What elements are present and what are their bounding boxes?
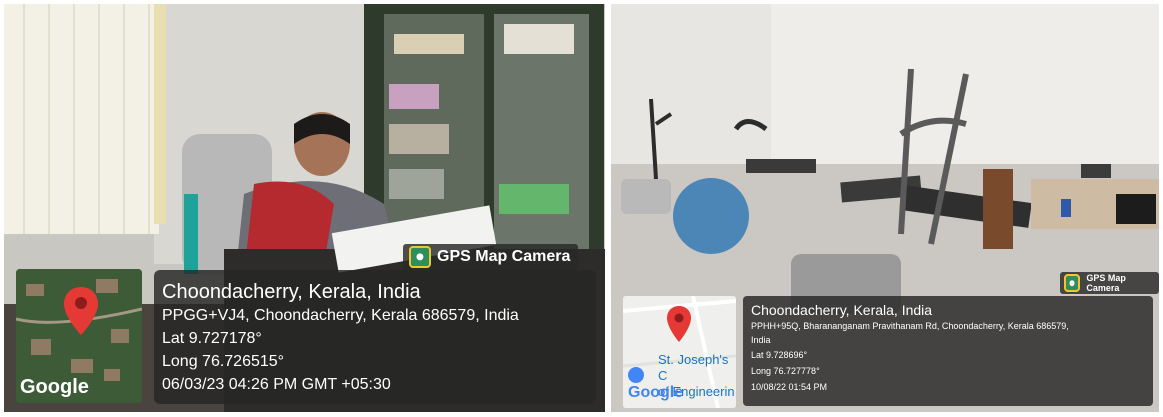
longitude-line: Long 76.727778° bbox=[751, 366, 820, 376]
datetime-line: 10/08/22 01:54 PM bbox=[751, 382, 828, 392]
badge-label: GPS Map Camera bbox=[437, 248, 571, 265]
location-title: Choondacherry, Kerala, India bbox=[751, 302, 933, 318]
location-pin-icon bbox=[667, 306, 691, 342]
address-line1: PPHH+95Q, Bharananganam Pravithanam Rd, … bbox=[751, 321, 1069, 331]
satellite-map-thumbnail: Google bbox=[16, 269, 142, 403]
location-info-overlay: Choondacherry, Kerala, India PPHH+95Q, B… bbox=[743, 296, 1153, 406]
google-logo: Google bbox=[20, 376, 89, 398]
location-info-overlay: Choondacherry, Kerala, India PPGG+VJ4, C… bbox=[154, 270, 596, 404]
map-place-label-line1: St. Joseph's C bbox=[658, 352, 729, 383]
office-photo: GPS Map Camera Google Choondacherry, Ker… bbox=[4, 4, 605, 412]
latitude-line: Lat 9.728696° bbox=[751, 350, 808, 360]
address-line2: India bbox=[751, 335, 771, 345]
gym-photo: GPS Map Camera St. Joseph's C of Enginee… bbox=[611, 4, 1159, 412]
badge-label: GPS Map Camera bbox=[1086, 273, 1126, 293]
latitude-line: Lat 9.727178° bbox=[162, 330, 262, 347]
google-logo: Google bbox=[628, 384, 684, 401]
location-pin-icon bbox=[64, 287, 98, 335]
gps-map-camera-icon bbox=[409, 246, 431, 268]
gps-map-camera-badge: GPS Map Camera bbox=[1060, 272, 1159, 294]
street-map-thumbnail: St. Joseph's C of Engineerin Google bbox=[623, 296, 736, 408]
location-title: Choondacherry, Kerala, India bbox=[162, 281, 421, 303]
gps-map-camera-icon bbox=[1064, 274, 1081, 292]
longitude-line: Long 76.726515° bbox=[162, 353, 285, 370]
school-icon bbox=[628, 367, 644, 383]
gps-map-camera-badge: GPS Map Camera bbox=[403, 244, 579, 270]
address-line: PPGG+VJ4, Choondacherry, Kerala 686579, … bbox=[162, 307, 519, 324]
datetime-line: 06/03/23 04:26 PM GMT +05:30 bbox=[162, 376, 391, 393]
